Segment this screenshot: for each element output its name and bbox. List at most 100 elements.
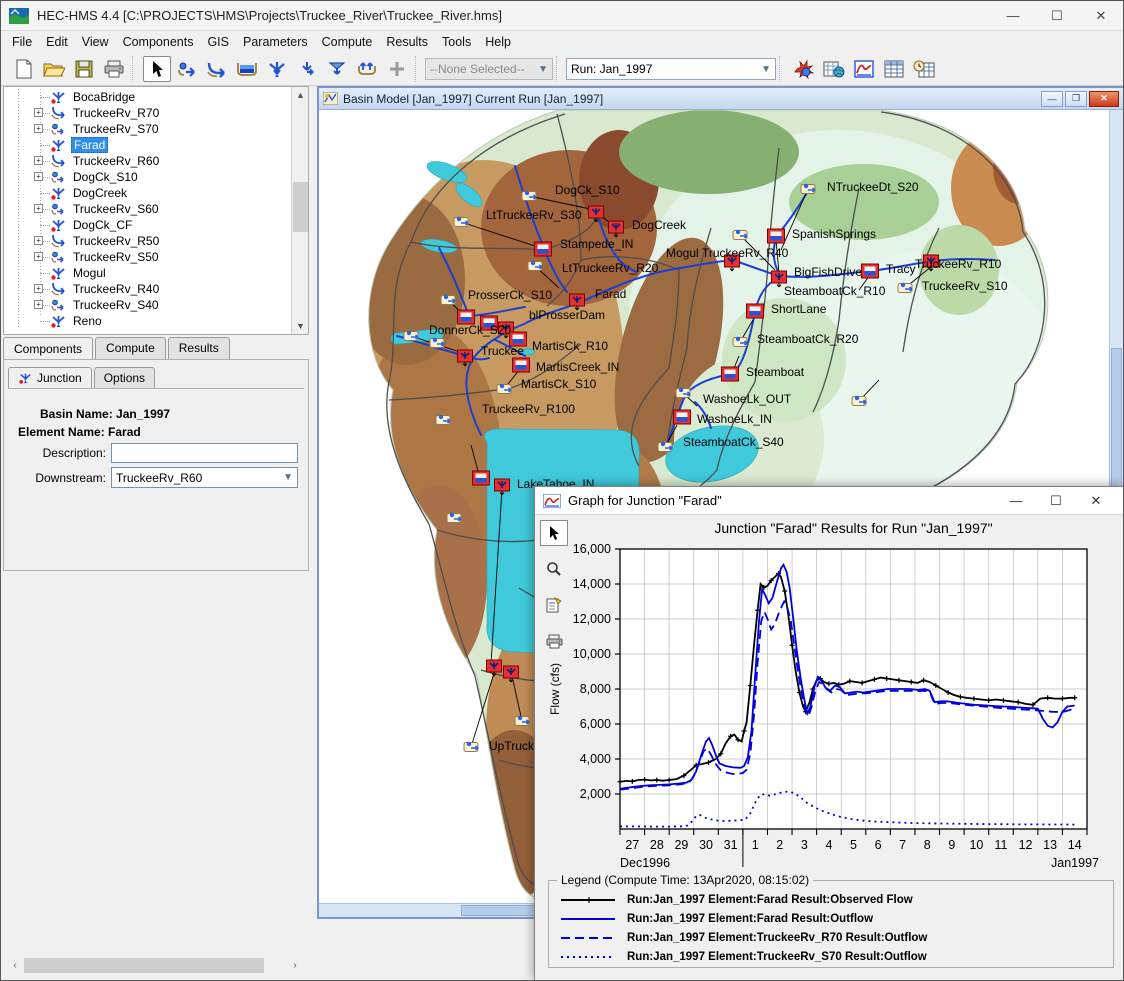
results-table-button[interactable]	[880, 56, 908, 82]
tree-item-farad[interactable]: Farad	[4, 137, 290, 153]
map-element-martisck_r10[interactable]	[510, 332, 527, 346]
tree-scroll-thumb[interactable]	[293, 182, 308, 232]
save-button[interactable]	[70, 56, 98, 82]
map-element-washoelk_in[interactable]	[674, 410, 691, 424]
map-element-spanishsprings[interactable]	[768, 229, 785, 243]
print-button[interactable]	[100, 56, 128, 82]
compute-run-button[interactable]	[790, 56, 818, 82]
map-element-unnamed[interactable]	[733, 230, 747, 240]
basin-minimize-button[interactable]: —	[1041, 91, 1063, 107]
editor-tab-junction[interactable]: Junction	[8, 367, 92, 388]
global-editor-button[interactable]	[820, 56, 848, 82]
tree-vertical-scrollbar[interactable]: ▲ ▼	[291, 87, 308, 334]
tab-components[interactable]: Components	[3, 337, 93, 360]
add-element-tool-button[interactable]	[383, 56, 411, 82]
element-selector-combo[interactable]: --None Selected--▼	[425, 58, 553, 80]
close-button[interactable]: ✕	[1079, 1, 1123, 30]
source-tool-button[interactable]	[293, 56, 321, 82]
tree-item-truckeerv_r60[interactable]: +TruckeeRv_R60	[4, 153, 290, 169]
menu-view[interactable]: View	[75, 33, 116, 51]
menu-parameters[interactable]: Parameters	[236, 33, 315, 51]
basin-close-button[interactable]: ✕	[1089, 91, 1119, 107]
expand-icon[interactable]: +	[34, 108, 43, 117]
map-element-washoelk_out[interactable]	[676, 388, 690, 398]
map-element-unnamed[interactable]	[515, 716, 529, 726]
scroll-left-icon[interactable]: ‹	[7, 957, 23, 974]
menu-file[interactable]: File	[5, 33, 39, 51]
map-element-unnamed[interactable]	[733, 337, 747, 347]
map-element-steamboat[interactable]	[722, 367, 739, 381]
open-file-button[interactable]	[40, 56, 68, 82]
map-element-dogck_s10[interactable]	[522, 191, 536, 201]
map-element-martiscreek_in[interactable]	[513, 358, 530, 372]
menu-help[interactable]: Help	[478, 33, 518, 51]
tab-results[interactable]: Results	[168, 337, 230, 359]
graph-minimize-button[interactable]: —	[996, 487, 1036, 514]
tree-item-dogck_cf[interactable]: DogCk_CF	[4, 217, 290, 233]
tree-item-truckeerv_s60[interactable]: +TruckeeRv_S60	[4, 201, 290, 217]
description-field[interactable]	[111, 443, 298, 463]
editor-tab-options[interactable]: Options	[94, 367, 155, 388]
map-element-stampede_in[interactable]	[535, 242, 552, 256]
subbasin-tool-button[interactable]	[173, 56, 201, 82]
tree-item-truckeerv_r50[interactable]: +TruckeeRv_R50	[4, 233, 290, 249]
map-element-lttruckeerv_r20[interactable]	[528, 261, 542, 271]
menu-gis[interactable]: GIS	[200, 33, 236, 51]
tree-item-truckeerv_s70[interactable]: +TruckeeRv_S70	[4, 121, 290, 137]
expand-icon[interactable]: +	[34, 252, 43, 261]
scroll-right-icon[interactable]: ›	[287, 957, 303, 974]
tree-item-bocabridge[interactable]: BocaBridge	[4, 89, 290, 105]
menu-compute[interactable]: Compute	[315, 33, 380, 51]
tree-item-dogck_s10[interactable]: +DogCk_S10	[4, 169, 290, 185]
map-element-unnamed[interactable]	[430, 338, 444, 348]
maximize-button[interactable]: ☐	[1035, 1, 1079, 30]
tree-item-dogcreek[interactable]: DogCreek	[4, 185, 290, 201]
map-element-prosserck_s10[interactable]	[441, 295, 455, 305]
tree-item-truckeerv_s40[interactable]: +TruckeeRv_S40	[4, 297, 290, 313]
menu-tools[interactable]: Tools	[435, 33, 478, 51]
reach-tool-button[interactable]	[203, 56, 231, 82]
menu-components[interactable]: Components	[116, 33, 201, 51]
run-selector-combo[interactable]: Run: Jan_1997▼	[566, 58, 776, 80]
map-element-lttruckeerv_s30[interactable]	[454, 217, 468, 227]
explorer-scroll-thumb[interactable]	[24, 958, 264, 973]
map-element-ntruckeedt_s20[interactable]	[801, 184, 815, 194]
new-file-button[interactable]	[10, 56, 38, 82]
explorer-horizontal-scrollbar[interactable]: ‹ ›	[7, 957, 303, 974]
downstream-select[interactable]: TruckeeRv_R60▼	[111, 467, 298, 488]
select-tool-button[interactable]	[143, 56, 171, 82]
map-element-martisck_s10[interactable]	[497, 384, 511, 394]
map-element-shortlane[interactable]	[747, 304, 764, 318]
map-element-truckeerv_s10[interactable]	[898, 283, 912, 293]
tree-item-reno[interactable]: Reno	[4, 313, 290, 329]
tree-item-mogul[interactable]: Mogul	[4, 265, 290, 281]
time-series-table-button[interactable]	[910, 56, 938, 82]
expand-icon[interactable]: +	[34, 300, 43, 309]
map-element-steamboatck_s40[interactable]	[658, 442, 672, 452]
results-graph-button[interactable]	[850, 56, 878, 82]
map-element-unnamed[interactable]	[436, 415, 450, 425]
basin-title-bar[interactable]: Basin Model [Jan_1997] Current Run [Jan_…	[319, 88, 1123, 110]
scroll-down-icon[interactable]: ▼	[292, 318, 309, 334]
tab-compute[interactable]: Compute	[95, 337, 166, 359]
sink-tool-button[interactable]	[323, 56, 351, 82]
map-element-unnamed[interactable]	[852, 396, 866, 406]
map-element-unnamed[interactable]	[458, 310, 475, 324]
map-element-uptruck[interactable]	[464, 742, 478, 752]
graph-title-bar[interactable]: Graph for Junction "Farad" — ☐ ✕	[535, 487, 1124, 515]
scroll-up-icon[interactable]: ▲	[292, 87, 309, 103]
reservoir-tool-button[interactable]	[233, 56, 261, 82]
tree-item-truckeerv_r40[interactable]: +TruckeeRv_R40	[4, 281, 290, 297]
expand-icon[interactable]: +	[34, 236, 43, 245]
expand-icon[interactable]: +	[34, 124, 43, 133]
map-element-donnerck_s20[interactable]	[404, 331, 418, 341]
diversion-tool-button[interactable]	[353, 56, 381, 82]
junction-tool-button[interactable]	[263, 56, 291, 82]
map-element-tracy[interactable]	[862, 264, 879, 278]
tree-item-truckeerv_r70[interactable]: +TruckeeRv_R70	[4, 105, 290, 121]
map-element-laketahoe_in[interactable]	[473, 471, 490, 485]
menu-results[interactable]: Results	[379, 33, 435, 51]
menu-edit[interactable]: Edit	[39, 33, 75, 51]
graph-close-button[interactable]: ✕	[1076, 487, 1116, 514]
expand-icon[interactable]: +	[34, 204, 43, 213]
